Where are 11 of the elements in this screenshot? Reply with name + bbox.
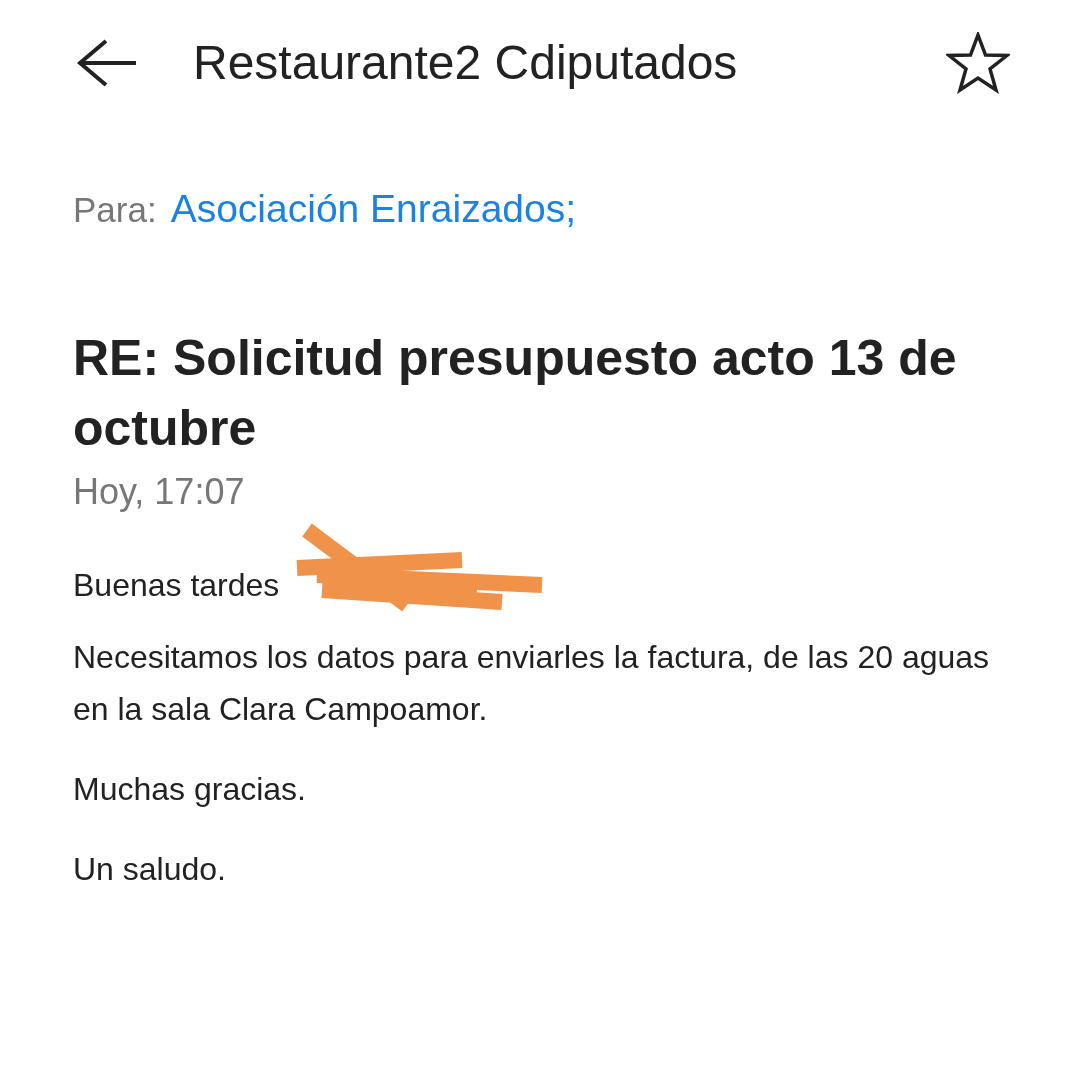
- star-icon[interactable]: [946, 31, 1010, 94]
- body-paragraph: Necesitamos los datos para enviarles la factura, de las 20 aguas en la sala Clara Campoamor.: [73, 638, 991, 729]
- email-subject: RE: Solicitud presupuesto acto 13 de octubre: [73, 329, 958, 458]
- body-paragraph: Muchas gracias.: [73, 770, 306, 809]
- recipient-label: Para:: [73, 190, 157, 230]
- email-date: Hoy, 17:07: [73, 471, 246, 513]
- sender-name: Restaurante2 Cdiputados: [193, 35, 739, 90]
- back-arrow-icon[interactable]: [76, 37, 138, 88]
- recipient-link[interactable]: Asociación Enraizados;: [170, 187, 577, 231]
- body-paragraph: Un saludo.: [73, 850, 226, 889]
- body-paragraph: Buenas tardes: [73, 566, 280, 605]
